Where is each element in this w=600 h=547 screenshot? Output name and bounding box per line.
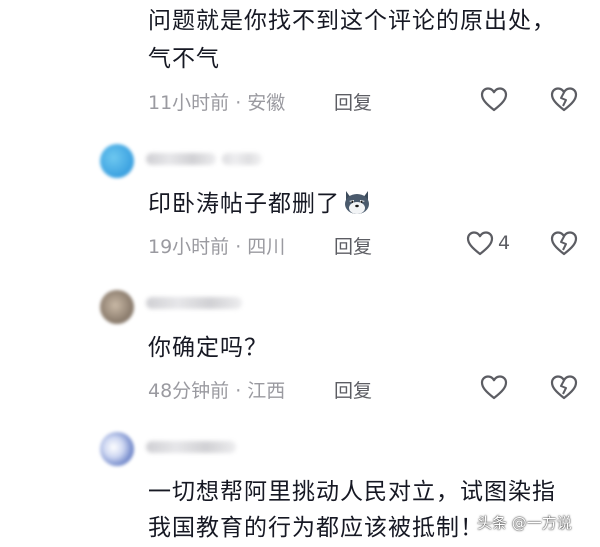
comment-meta: 11小时前 · 安徽 — [148, 88, 285, 115]
username-blurred — [222, 153, 262, 165]
comment-location: 四川 — [247, 236, 286, 258]
like-count: 4 — [498, 232, 511, 254]
comment-text-line: 我国教育的行为都应该被抵制！ — [148, 515, 484, 541]
meta-separator: · — [235, 236, 242, 258]
broken-heart-icon[interactable] — [550, 230, 578, 256]
comment-text-line: 问题就是你找不到这个评论的原出处， — [148, 8, 556, 34]
comment-time: 19小时前 — [148, 236, 230, 258]
meta-separator: · — [235, 92, 242, 114]
comment-text-content: 印卧涛帖子都删了 — [148, 191, 340, 217]
heart-outline-icon[interactable] — [480, 374, 508, 400]
comment-meta: 19小时前 · 四川 — [148, 232, 285, 259]
comment-time: 11小时前 — [148, 92, 230, 114]
avatar[interactable] — [100, 144, 134, 178]
watermark: 头条 @一方说 — [477, 514, 572, 532]
comment-text: 你确定吗？ — [148, 335, 268, 361]
username-blurred[interactable] — [146, 153, 216, 165]
username-blurred[interactable] — [146, 441, 236, 453]
heart-outline-icon[interactable] — [480, 86, 508, 112]
heart-outline-icon[interactable] — [466, 230, 494, 256]
comment-meta: 48分钟前 · 江西 — [148, 376, 285, 403]
username-blurred[interactable] — [146, 297, 242, 309]
reply-button[interactable]: 回复 — [334, 232, 372, 259]
comment-time: 48分钟前 — [148, 380, 230, 402]
avatar[interactable] — [100, 290, 134, 324]
broken-heart-icon[interactable] — [550, 374, 578, 400]
reply-button[interactable]: 回复 — [334, 88, 372, 115]
meta-separator: · — [235, 380, 242, 402]
comment-text-line: 一切想帮阿里挑动人民对立，试图染指 — [148, 479, 556, 505]
comment-location: 安徽 — [247, 92, 286, 114]
comment-text: 印卧涛帖子都删了 — [148, 186, 372, 222]
comment-location: 江西 — [247, 380, 286, 402]
husky-face-emoji — [342, 187, 372, 217]
avatar[interactable] — [100, 432, 134, 466]
comment-text-line: 气不气 — [148, 46, 220, 72]
reply-button[interactable]: 回复 — [334, 376, 372, 403]
broken-heart-icon[interactable] — [550, 86, 578, 112]
